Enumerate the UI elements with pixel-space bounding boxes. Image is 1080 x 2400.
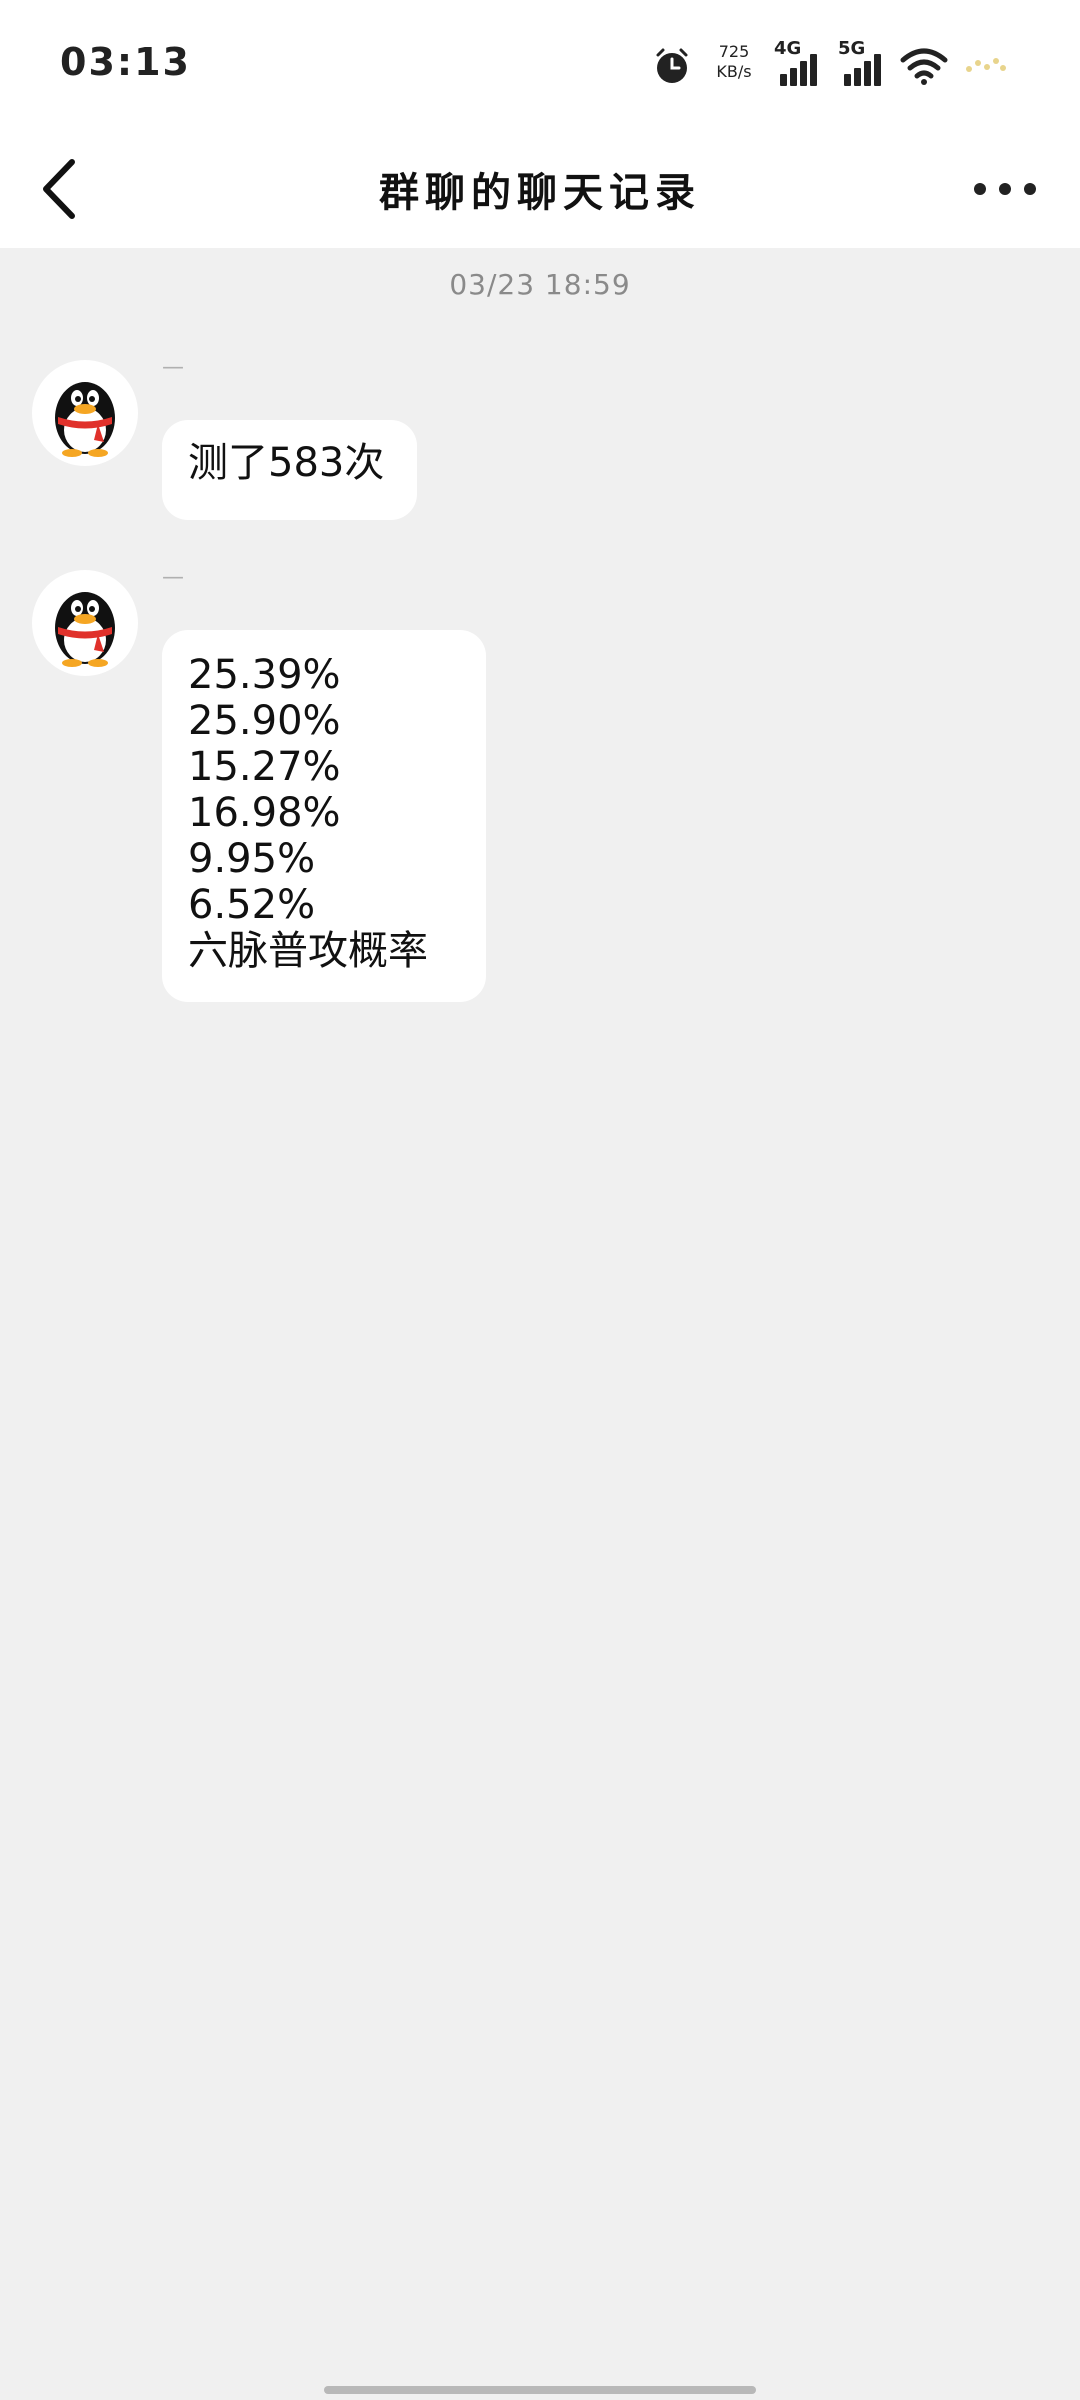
status-bar: 03:13 725 KB/s 4G 5G <box>0 0 1080 130</box>
status-icons: 725 KB/s 4G 5G <box>652 38 1012 94</box>
more-button[interactable] <box>970 166 1040 212</box>
message-line: 15.27% <box>188 744 341 790</box>
chat-timestamp: 03/23 18:59 <box>449 268 631 301</box>
penguin-icon <box>55 382 115 457</box>
nav-bar: 群聊的聊天记录 <box>0 130 1080 248</box>
sender-name: — <box>162 565 184 590</box>
net-speed-unit: KB/s <box>716 62 752 81</box>
more-dot <box>974 183 986 195</box>
signal-icon <box>844 52 884 86</box>
more-dot <box>999 183 1011 195</box>
status-time: 03:13 <box>60 40 191 84</box>
message-line: 25.39% <box>188 652 341 698</box>
page-title: 群聊的聊天记录 <box>379 170 701 216</box>
message-line: 9.95% <box>188 836 316 882</box>
penguin-icon <box>55 592 115 667</box>
net-speed: 725 KB/s <box>704 42 764 82</box>
wifi-icon <box>900 48 948 85</box>
sender-name: — <box>162 355 184 380</box>
more-dot <box>1024 183 1036 195</box>
battery-icon <box>966 58 1006 76</box>
message-line: 16.98% <box>188 790 341 836</box>
net-speed-value: 725 <box>718 42 750 61</box>
message-line: 6.52% <box>188 882 316 928</box>
chat-message: — 测了583次 <box>0 355 1080 525</box>
message-line: 25.90% <box>188 698 341 744</box>
message-bubble[interactable]: 测了583次 <box>162 420 417 520</box>
penguin-avatar[interactable] <box>32 360 138 466</box>
message-bubble[interactable]: 25.39% 25.90% 15.27% 16.98% 9.95% 6.52% … <box>162 630 486 1002</box>
penguin-avatar[interactable] <box>32 570 138 676</box>
signal-icon <box>780 52 820 86</box>
message-text: 测了583次 <box>188 440 385 486</box>
chat-message: — 25.39% 25.90% 15.27% 16.98% 9.95% 6.52… <box>0 565 1080 1005</box>
alarm-icon <box>656 48 688 83</box>
message-line: 六脉普攻概率 <box>188 928 428 974</box>
home-indicator[interactable] <box>324 2386 756 2394</box>
